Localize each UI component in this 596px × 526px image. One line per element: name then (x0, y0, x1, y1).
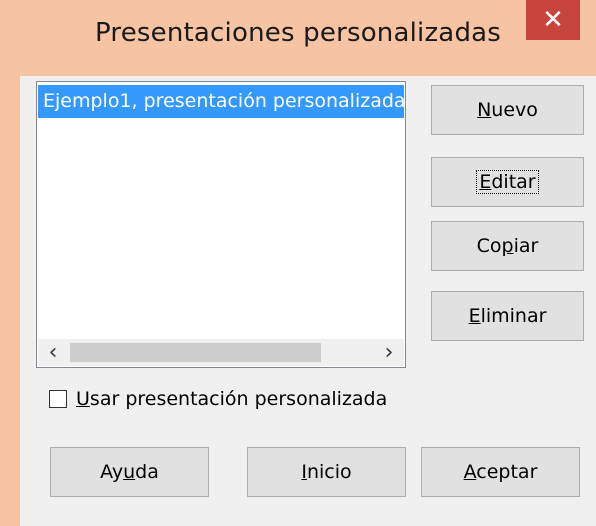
close-icon: ✕ (542, 5, 564, 35)
window-frame-left (0, 76, 20, 526)
use-custom-presentation-label[interactable]: Usar presentación personalizada (76, 388, 387, 410)
new-button[interactable]: Nuevo (431, 85, 584, 135)
horizontal-scrollbar[interactable]: ‹ › (38, 339, 404, 366)
use-custom-presentation-option[interactable]: Usar presentación personalizada (49, 387, 387, 411)
custom-presentations-list[interactable]: Ejemplo1, presentación personalizada ‹ › (36, 81, 406, 368)
use-custom-presentation-checkbox[interactable] (49, 390, 67, 408)
ok-button[interactable]: Aceptar (421, 447, 580, 497)
delete-button-label: Eliminar (468, 305, 547, 327)
help-button-label: Ayuda (100, 461, 159, 483)
list-item[interactable]: Ejemplo1, presentación personalizada (38, 85, 404, 118)
help-button[interactable]: Ayuda (50, 447, 209, 497)
copy-button[interactable]: Copiar (431, 221, 584, 271)
ok-button-label: Aceptar (463, 461, 538, 483)
scroll-right-icon[interactable]: › (374, 339, 404, 366)
edit-button[interactable]: Editar (431, 157, 584, 207)
edit-button-label: Editar (476, 170, 539, 194)
start-button-label: Inicio (301, 461, 352, 483)
custom-presentations-dialog: Presentaciones personalizadas ✕ Ejemplo1… (0, 0, 596, 526)
delete-button[interactable]: Eliminar (431, 291, 584, 341)
dialog-title: Presentaciones personalizadas (94, 18, 502, 48)
start-button[interactable]: Inicio (247, 447, 406, 497)
new-button-label: Nuevo (477, 99, 538, 121)
title-bar[interactable]: Presentaciones personalizadas ✕ (0, 0, 596, 76)
close-button[interactable]: ✕ (526, 0, 580, 40)
copy-button-label: Copiar (476, 235, 539, 257)
scrollbar-thumb[interactable] (70, 343, 321, 362)
scroll-left-icon[interactable]: ‹ (38, 339, 68, 366)
